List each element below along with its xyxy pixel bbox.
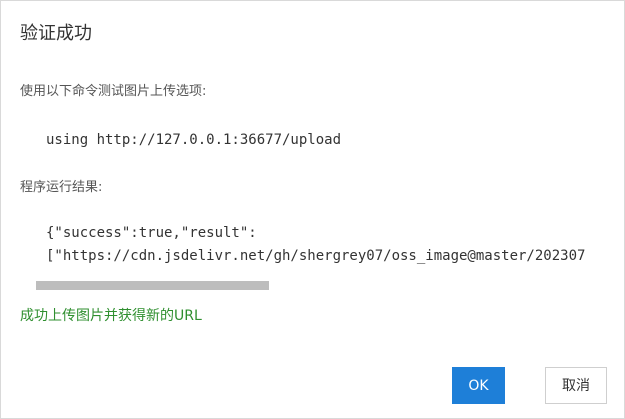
result-line-1: {"success":true,"result": (46, 225, 257, 241)
success-message: 成功上传图片并获得新的URL (20, 308, 202, 324)
result-output: {"success":true,"result": ["https://cdn.… (46, 222, 585, 268)
test-command-text: using http://127.0.0.1:36677/upload (46, 132, 342, 148)
verification-dialog: 验证成功 使用以下命令测试图片上传选项: using http://127.0.… (0, 0, 625, 419)
result-line-2: ["https://cdn.jsdelivr.net/gh/shergrey07… (46, 248, 586, 264)
horizontal-scrollbar[interactable] (36, 281, 610, 293)
cancel-button[interactable]: 取消 (545, 367, 607, 404)
result-label: 程序运行结果: (20, 180, 103, 195)
scrollbar-thumb[interactable] (36, 281, 269, 290)
result-output-box: {"success":true,"result": ["https://cdn.… (20, 221, 610, 293)
ok-button[interactable]: OK (452, 367, 505, 404)
test-command-label: 使用以下命令测试图片上传选项: (20, 84, 207, 99)
dialog-title: 验证成功 (20, 23, 92, 44)
